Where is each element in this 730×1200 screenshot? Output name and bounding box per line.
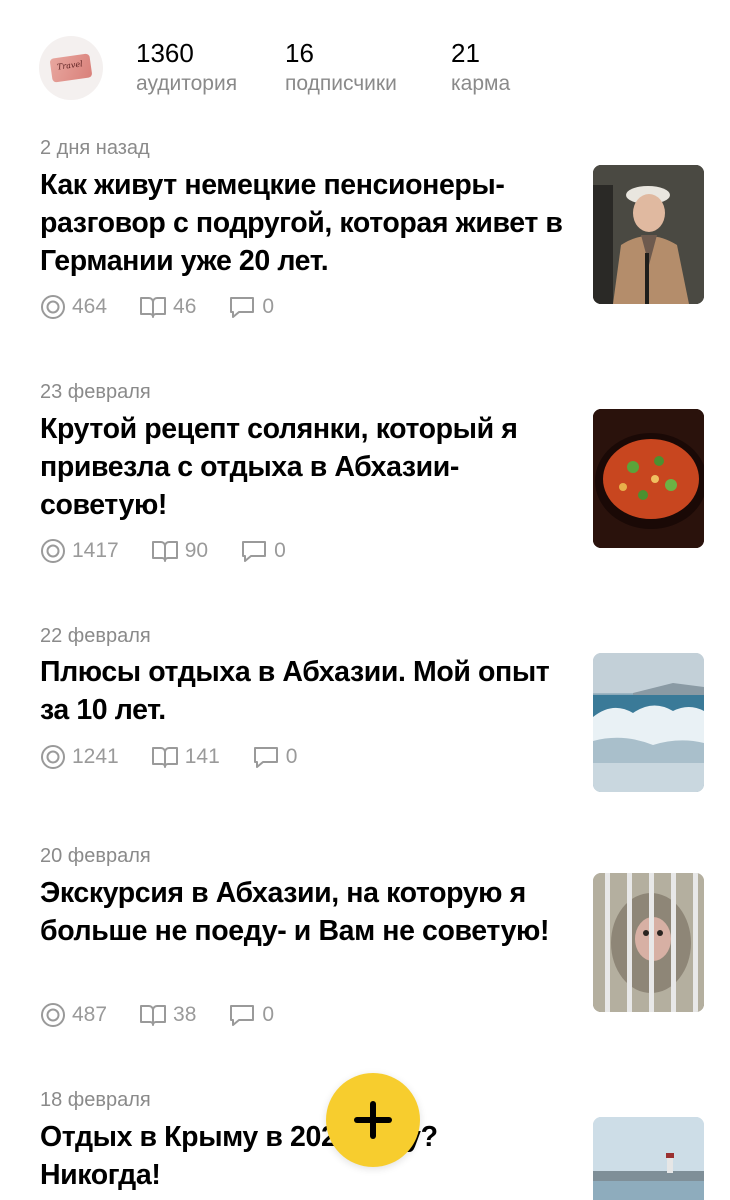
reads-count: 141 bbox=[184, 745, 220, 768]
article-title[interactable]: Экскурсия в Абхазии, на которую я больше… bbox=[40, 874, 580, 950]
comments-stat[interactable]: 0 bbox=[228, 1003, 274, 1027]
views-count: 1241 bbox=[72, 745, 119, 768]
reads-stat: 90 bbox=[151, 539, 208, 563]
article-date: 20 февраля bbox=[40, 845, 151, 867]
book-icon bbox=[151, 747, 178, 768]
views-count: 464 bbox=[72, 295, 108, 318]
comments-count: 0 bbox=[262, 295, 275, 318]
plus-icon bbox=[354, 1101, 392, 1139]
article-date: 22 февраля bbox=[40, 625, 151, 647]
stat-karma: 21 карма bbox=[451, 38, 510, 98]
stat-value: 21 bbox=[451, 38, 480, 68]
article-title[interactable]: Крутой рецепт солянки, который я привезл… bbox=[40, 410, 580, 524]
reads-count: 90 bbox=[184, 539, 209, 562]
article-title[interactable]: Как живут немецкие пенсионеры- разговор … bbox=[40, 166, 580, 280]
stat-audience: 1360 аудитория bbox=[136, 38, 237, 98]
article-thumbnail[interactable] bbox=[593, 1117, 704, 1200]
stat-label: карма bbox=[451, 72, 511, 95]
article-stats: 1417 90 0 bbox=[40, 537, 318, 565]
comments-count: 0 bbox=[262, 1003, 275, 1026]
views-stat: 1241 bbox=[40, 744, 119, 770]
stat-label: подписчики bbox=[285, 72, 397, 95]
comments-count: 0 bbox=[285, 745, 298, 768]
book-icon bbox=[140, 1005, 167, 1026]
profile-header: Travel 1360 аудитория 16 подписчики 21 к… bbox=[0, 0, 730, 120]
article-card[interactable]: 20 февраля Экскурсия в Абхазии, на котор… bbox=[0, 838, 730, 1058]
reads-stat: 46 bbox=[139, 295, 196, 319]
sea-wave-illustration bbox=[593, 653, 704, 792]
book-icon bbox=[140, 297, 167, 318]
stat-label: аудитория bbox=[136, 72, 238, 95]
reads-stat: 38 bbox=[139, 1003, 196, 1027]
article-date: 2 дня назад bbox=[40, 137, 150, 159]
eye-icon bbox=[41, 295, 65, 319]
article-stats: 464 46 0 bbox=[40, 293, 306, 321]
views-stat: 464 bbox=[40, 294, 107, 320]
eye-icon bbox=[41, 539, 65, 563]
comments-stat[interactable]: 0 bbox=[228, 295, 274, 319]
views-stat: 487 bbox=[40, 1002, 107, 1028]
article-stats: 1241 141 0 bbox=[40, 743, 329, 771]
article-thumbnail[interactable] bbox=[593, 873, 704, 1012]
article-thumbnail[interactable] bbox=[593, 165, 704, 304]
reads-stat: 141 bbox=[151, 745, 220, 769]
comment-icon bbox=[230, 1005, 255, 1026]
article-thumbnail[interactable] bbox=[593, 409, 704, 548]
book-icon bbox=[151, 541, 178, 562]
reads-count: 46 bbox=[173, 295, 197, 318]
stat-value: 1360 bbox=[136, 38, 194, 68]
article-stats: 487 38 0 bbox=[40, 1001, 306, 1029]
article-title[interactable]: Отдых в Крыму в 2021 году? Никогда! bbox=[40, 1118, 500, 1194]
stat-subscribers[interactable]: 16 подписчики bbox=[285, 38, 397, 98]
article-card[interactable]: 22 февраля Плюсы отдыха в Абхазии. Мой о… bbox=[0, 619, 730, 799]
stat-value: 16 bbox=[285, 38, 314, 68]
article-thumbnail[interactable] bbox=[593, 653, 704, 792]
views-count: 1417 bbox=[72, 539, 119, 562]
comments-stat[interactable]: 0 bbox=[240, 539, 286, 563]
views-count: 487 bbox=[72, 1003, 108, 1026]
harbor-lighthouse-illustration bbox=[593, 1117, 704, 1200]
avatar[interactable]: Travel bbox=[39, 36, 103, 100]
caged-monkey-illustration bbox=[593, 873, 704, 1012]
article-date: 18 февраля bbox=[40, 1089, 151, 1111]
comments-stat[interactable]: 0 bbox=[252, 745, 298, 769]
comments-count: 0 bbox=[274, 539, 286, 562]
eye-icon bbox=[41, 1003, 65, 1027]
article-card[interactable]: 23 февраля Крутой рецепт солянки, которы… bbox=[0, 374, 730, 594]
comment-icon bbox=[242, 541, 267, 562]
eye-icon bbox=[41, 745, 65, 769]
comment-icon bbox=[230, 297, 255, 318]
soup-illustration bbox=[593, 409, 704, 548]
elderly-man-illustration bbox=[593, 165, 704, 304]
article-date: 23 февраля bbox=[40, 381, 151, 403]
reads-count: 38 bbox=[173, 1003, 197, 1026]
article-title[interactable]: Плюсы отдыха в Абхазии. Мой опыт за 10 л… bbox=[40, 653, 580, 729]
views-stat: 1417 bbox=[40, 538, 119, 564]
create-post-button[interactable] bbox=[326, 1073, 420, 1167]
article-card[interactable]: 2 дня назад Как живут немецкие пенсионер… bbox=[0, 130, 730, 350]
comment-icon bbox=[253, 747, 278, 768]
